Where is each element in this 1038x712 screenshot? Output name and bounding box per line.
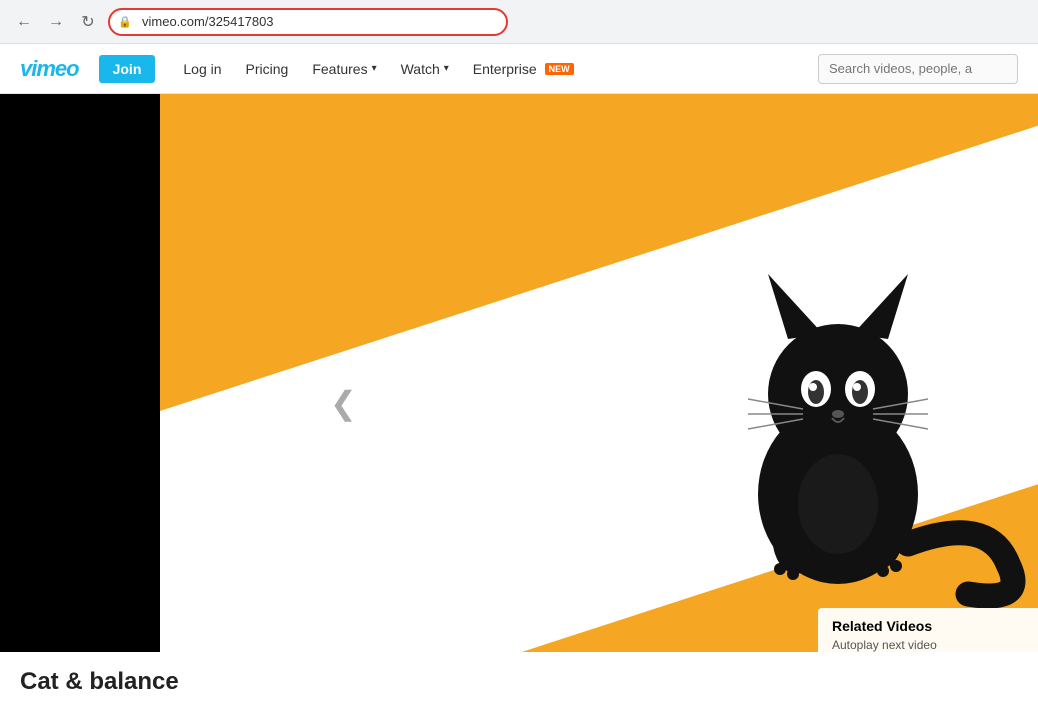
- nav-login[interactable]: Log in: [171, 61, 233, 77]
- page-title: Cat & balance: [20, 668, 179, 696]
- vimeo-logo[interactable]: vimeo: [20, 56, 79, 82]
- main-content: ❮ ▶ 00:27 🔊 Related Videos Autoplay next…: [0, 94, 1038, 712]
- nav-enterprise[interactable]: Enterprise NEW: [461, 61, 586, 77]
- nav-watch[interactable]: Watch ▾: [389, 61, 461, 77]
- vimeo-nav: vimeo Join Log in Pricing Features ▾ Wat…: [0, 44, 1038, 94]
- forward-icon: →: [48, 13, 64, 31]
- cat-illustration: [638, 194, 1038, 614]
- video-container[interactable]: ❮ ▶ 00:27 🔊 Related Videos Autoplay next…: [160, 94, 1038, 712]
- refresh-button[interactable]: ↻: [76, 10, 100, 34]
- browser-chrome: ← → ↻ 🔒: [0, 0, 1038, 44]
- related-header: Related Videos: [832, 618, 1024, 634]
- lock-icon: 🔒: [118, 15, 132, 28]
- forward-button[interactable]: →: [44, 10, 68, 34]
- watch-chevron-icon: ▾: [444, 63, 449, 74]
- url-bar[interactable]: [108, 8, 508, 36]
- watch-label: Watch: [401, 61, 440, 77]
- back-button[interactable]: ←: [12, 10, 36, 34]
- vimeo-logo-text: vimeo: [20, 56, 79, 81]
- login-label: Log in: [183, 61, 221, 77]
- page-title-bar: Cat & balance: [0, 652, 1038, 712]
- features-label: Features: [312, 61, 367, 77]
- back-icon: ←: [16, 13, 32, 31]
- pricing-label: Pricing: [246, 61, 289, 77]
- black-sidebar: [0, 94, 160, 712]
- cat-scene: [160, 94, 1038, 662]
- nav-features[interactable]: Features ▾: [300, 61, 388, 77]
- search-input[interactable]: [818, 54, 1018, 84]
- enterprise-badge: NEW: [545, 63, 574, 75]
- nav-arrow-left[interactable]: ❮: [330, 384, 357, 422]
- refresh-icon: ↻: [81, 12, 94, 32]
- join-button[interactable]: Join: [99, 55, 156, 83]
- url-bar-container: 🔒: [108, 8, 508, 36]
- features-chevron-icon: ▾: [372, 63, 377, 74]
- enterprise-label: Enterprise: [473, 61, 537, 77]
- nav-pricing[interactable]: Pricing: [234, 61, 301, 77]
- autoplay-text[interactable]: Autoplay next video: [832, 638, 1024, 652]
